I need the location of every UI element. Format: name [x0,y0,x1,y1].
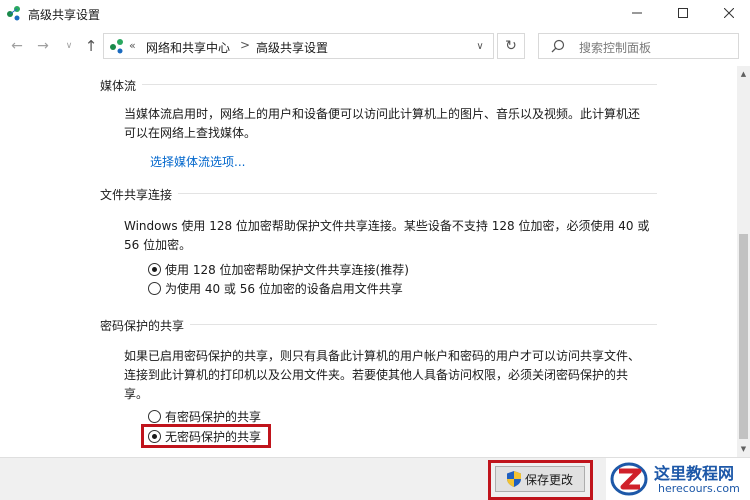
radio-button[interactable] [148,409,161,423]
scroll-up-button[interactable]: ▲ [737,68,750,80]
site-logo [610,462,648,496]
password-description-line: 享。 [124,387,149,401]
refresh-button[interactable]: ↻ [497,33,525,59]
highlight-box [141,424,271,448]
file-sharing-description: Windows 使用 128 位加密帮助保护文件共享连接。某些设备不支持 128… [124,217,664,255]
network-icon [7,6,20,21]
file-sharing-section-title: 文件共享连接 [100,188,173,202]
file-sharing-description-line: Windows 使用 128 位加密帮助保护文件共享连接。某些设备不支持 128… [124,219,650,233]
section-divider [178,193,657,194]
forward-button[interactable]: → [32,36,54,56]
up-button[interactable]: ↑ [80,36,102,56]
title-bar: 高级共享设置 [0,0,750,26]
vertical-scrollbar[interactable]: ▲ ▼ [737,66,750,457]
media-description-line: 当媒体流启用时，网络上的用户和设备便可以访问此计算机上的图片、音乐以及视频。此计… [124,107,641,121]
media-description-line: 可以在网络上查找媒体。 [124,126,257,140]
navigation-bar: ← → ∨ ↑ « 网络和共享中心 > 高级共享设置 ∨ ↻ 搜索控制面板 [0,26,750,66]
encryption-40-56-option[interactable]: 为使用 40 或 56 位加密的设备启用文件共享 [148,279,403,297]
search-placeholder: 搜索控制面板 [579,41,652,55]
section-divider [142,84,657,85]
site-watermark: 这里教程网 herecours.com [606,458,750,500]
media-section-title: 媒体流 [100,79,137,93]
password-description-line: 连接到此计算机的打印机以及公用文件夹。若要使其他人具备访问权限，必须关闭密码保护… [124,368,629,382]
chevron-down-icon: ∨ [476,40,484,52]
address-dropdown-button[interactable]: ∨ [470,37,490,55]
maximize-button[interactable] [660,0,706,26]
password-section-title: 密码保护的共享 [100,319,185,333]
media-streaming-options-link[interactable]: 选择媒体流选项... [150,153,245,170]
scrollbar-thumb[interactable] [739,234,748,439]
arrow-right-icon: → [37,38,49,54]
window-title: 高级共享设置 [28,8,101,22]
minimize-button[interactable] [614,0,660,26]
shield-icon [506,471,521,487]
password-description-line: 如果已启用密码保护的共享，则只有具备此计算机的用户帐户和密码的用户才可以访问共享… [124,349,641,363]
save-changes-button[interactable]: 保存更改 [495,466,585,492]
radio-button[interactable] [148,281,161,295]
refresh-icon: ↻ [505,38,517,54]
media-description: 当媒体流启用时，网络上的用户和设备便可以访问此计算机上的图片、音乐以及视频。此计… [124,105,664,143]
address-bar[interactable]: « 网络和共享中心 > 高级共享设置 ∨ [103,33,494,59]
breadcrumb-separator[interactable]: > [240,38,250,52]
section-divider [190,324,657,325]
radio-button[interactable] [148,262,161,276]
close-icon [724,8,734,18]
back-button[interactable]: ← [6,36,28,56]
encryption-128-label[interactable]: 使用 128 位加密帮助保护文件共享连接(推荐) [165,261,409,278]
password-on-label[interactable]: 有密码保护的共享 [165,408,261,425]
encryption-128-option[interactable]: 使用 128 位加密帮助保护文件共享连接(推荐) [148,260,409,278]
search-box[interactable]: 搜索控制面板 [538,33,739,59]
breadcrumb-network-center[interactable]: 网络和共享中心 [146,39,230,56]
scroll-down-button[interactable]: ▼ [737,443,750,455]
triangle-down-icon: ▼ [740,445,747,453]
arrow-left-icon: ← [11,38,23,54]
network-icon [110,39,123,54]
triangle-up-icon: ▲ [740,70,747,78]
password-on-option[interactable]: 有密码保护的共享 [148,407,261,425]
watermark-name: 这里教程网 [654,464,735,483]
save-changes-label: 保存更改 [524,472,573,487]
settings-content: 媒体流 当媒体流启用时，网络上的用户和设备便可以访问此计算机上的图片、音乐以及视… [0,66,737,457]
maximize-icon [678,8,688,18]
chevron-down-icon: ∨ [65,41,73,51]
recent-locations-button[interactable]: ∨ [58,36,80,56]
encryption-40-56-label[interactable]: 为使用 40 或 56 位加密的设备启用文件共享 [165,280,403,297]
watermark-url: herecours.com [658,482,740,495]
search-icon [551,39,565,53]
minimize-icon [632,12,642,14]
breadcrumb-advanced-sharing[interactable]: 高级共享设置 [256,39,328,56]
arrow-up-icon: ↑ [84,37,98,55]
file-sharing-description-line: 56 位加密。 [124,238,192,252]
close-button[interactable] [706,0,750,26]
breadcrumb-overflow[interactable]: « [129,39,136,52]
password-description: 如果已启用密码保护的共享，则只有具备此计算机的用户帐户和密码的用户才可以访问共享… [124,347,664,404]
